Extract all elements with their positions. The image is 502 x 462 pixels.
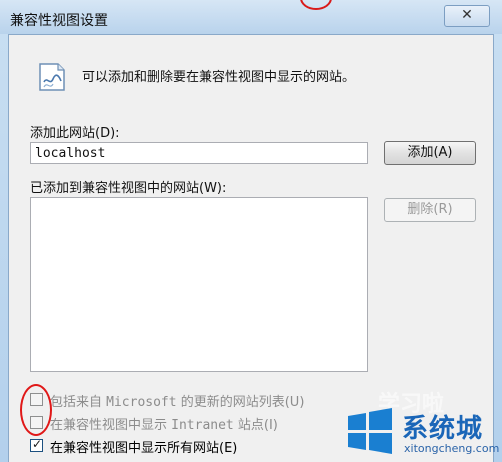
- add-button[interactable]: 添加(A): [384, 141, 476, 165]
- watermark: 学习啦 系统城 xitongcheng.com: [338, 392, 502, 462]
- checkbox-label: 在兼容性视图中显示 Intranet 站点(I): [50, 418, 278, 433]
- add-site-label: 添加此网站(D):: [30, 126, 120, 141]
- watermark-brand: 系统城: [402, 414, 484, 444]
- added-sites-label: 已添加到兼容性视图中的网站(W):: [30, 181, 227, 196]
- remove-button[interactable]: 删除(R): [384, 198, 476, 222]
- title-bar[interactable]: 兼容性视图设置 ✕: [0, 0, 502, 34]
- close-button[interactable]: ✕: [444, 5, 490, 27]
- compat-view-dialog: 兼容性视图设置 ✕ 可以添加和删除要在兼容性视图中显示的网站。 添加此网站(D)…: [0, 0, 502, 462]
- close-icon: ✕: [461, 7, 473, 23]
- windows-logo-icon: [348, 408, 392, 454]
- dialog-title: 兼容性视图设置: [10, 13, 108, 29]
- checkbox-label: 在兼容性视图中显示所有网站(E): [50, 441, 238, 456]
- add-site-input[interactable]: [30, 142, 368, 164]
- info-text: 可以添加和删除要在兼容性视图中显示的网站。: [82, 70, 356, 85]
- annotation-red-arc: [300, 0, 332, 10]
- annotation-red-circle: [20, 384, 52, 436]
- checkbox-label: 包括来自 Microsoft 的更新的网站列表(U): [50, 395, 305, 410]
- webpage-icon: [39, 63, 65, 91]
- watermark-url: xitongcheng.com: [404, 442, 500, 455]
- added-sites-list[interactable]: [30, 197, 368, 372]
- checkmark-icon: ✓: [32, 437, 43, 451]
- checkbox-box[interactable]: ✓: [30, 437, 43, 452]
